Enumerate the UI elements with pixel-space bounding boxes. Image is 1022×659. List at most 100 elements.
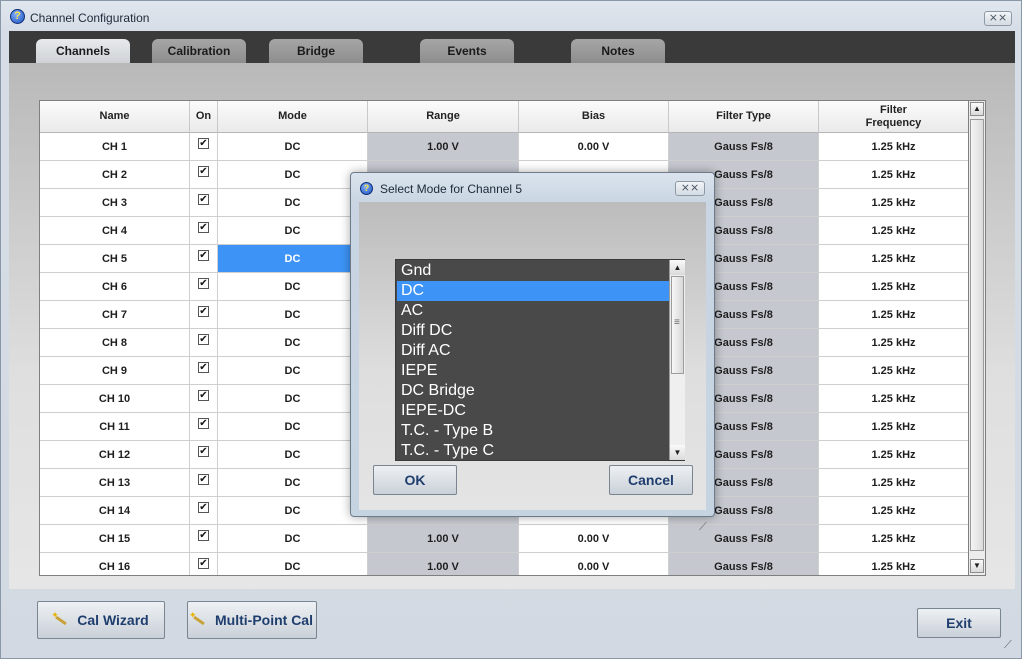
list-item[interactable]: DC Bridge xyxy=(397,381,669,401)
list-item[interactable]: Diff DC xyxy=(397,321,669,341)
list-item[interactable]: T.C. - Type C xyxy=(397,441,669,461)
scroll-thumb[interactable] xyxy=(970,119,984,551)
cell-mode[interactable]: DC xyxy=(218,497,368,525)
list-item[interactable]: Diff AC xyxy=(397,341,669,361)
on-checkbox[interactable]: ✔ xyxy=(198,334,209,345)
dialog-close-button[interactable]: ⨯⨯ xyxy=(675,181,705,196)
cell-filter-type[interactable]: Gauss Fs/8 xyxy=(669,525,819,553)
cell-range[interactable]: 1.00 V xyxy=(368,133,519,161)
grid-vertical-scrollbar[interactable]: ▲ ▼ xyxy=(969,100,986,576)
header-on[interactable]: On xyxy=(190,101,218,133)
window-close-button[interactable]: ⨯⨯ xyxy=(984,11,1012,26)
cell-mode[interactable]: DC xyxy=(218,441,368,469)
cell-bias[interactable]: 0.00 V xyxy=(519,553,669,575)
cell-mode[interactable]: DC xyxy=(218,553,368,575)
tab-bridge[interactable]: Bridge xyxy=(269,39,363,63)
list-scroll-up-arrow-icon[interactable]: ▲ xyxy=(670,260,685,275)
cell-mode[interactable]: DC xyxy=(218,385,368,413)
listbox-scrollbar[interactable]: ▲ ▼ xyxy=(669,260,685,460)
list-item[interactable]: IEPE-DC xyxy=(397,401,669,421)
on-checkbox[interactable]: ✔ xyxy=(198,222,209,233)
on-checkbox[interactable]: ✔ xyxy=(198,474,209,485)
on-checkbox[interactable]: ✔ xyxy=(198,278,209,289)
cell-mode[interactable]: DC xyxy=(218,413,368,441)
on-checkbox[interactable]: ✔ xyxy=(198,530,209,541)
cell-filter-frequency[interactable]: 1.25 kHz xyxy=(819,329,968,357)
cell-bias[interactable]: 0.00 V xyxy=(519,133,669,161)
cell-filter-type[interactable]: Gauss Fs/8 xyxy=(669,553,819,575)
cell-mode[interactable]: DC xyxy=(218,329,368,357)
header-bias[interactable]: Bias xyxy=(519,101,669,133)
cell-mode[interactable]: DC xyxy=(218,301,368,329)
cell-mode[interactable]: DC xyxy=(218,217,368,245)
list-item[interactable]: DC xyxy=(397,281,669,301)
tab-events[interactable]: Events xyxy=(420,39,514,63)
cancel-button[interactable]: Cancel xyxy=(609,465,693,495)
cell-mode[interactable]: DC xyxy=(218,189,368,217)
cell-filter-frequency[interactable]: 1.25 kHz xyxy=(819,385,968,413)
cell-range[interactable]: 1.00 V xyxy=(368,553,519,575)
list-item[interactable]: Gnd xyxy=(397,261,669,281)
cell-mode[interactable]: DC xyxy=(218,133,368,161)
cell-filter-frequency[interactable]: 1.25 kHz xyxy=(819,497,968,525)
cell-filter-frequency[interactable]: 1.25 kHz xyxy=(819,133,968,161)
header-name[interactable]: Name xyxy=(40,101,190,133)
scroll-up-arrow-icon[interactable]: ▲ xyxy=(970,102,984,116)
on-checkbox[interactable]: ✔ xyxy=(198,446,209,457)
list-item[interactable]: IEPE xyxy=(397,361,669,381)
cell-filter-type[interactable]: Gauss Fs/8 xyxy=(669,133,819,161)
scroll-down-arrow-icon[interactable]: ▼ xyxy=(970,559,984,573)
multi-point-cal-button[interactable]: Multi-Point Cal xyxy=(187,601,317,639)
tab-calibration[interactable]: Calibration xyxy=(152,39,246,63)
cell-filter-frequency[interactable]: 1.25 kHz xyxy=(819,273,968,301)
table-row[interactable]: CH 15 ✔ DC 1.00 V 0.00 V Gauss Fs/8 1.25 kHz xyxy=(40,525,968,553)
cell-filter-frequency[interactable]: 1.25 kHz xyxy=(819,441,968,469)
list-item[interactable]: AC xyxy=(397,301,669,321)
on-checkbox[interactable]: ✔ xyxy=(198,250,209,261)
header-filter-frequency[interactable]: Filter Frequency xyxy=(819,101,968,133)
header-range[interactable]: Range xyxy=(368,101,519,133)
cell-filter-frequency[interactable]: 1.25 kHz xyxy=(819,161,968,189)
header-filter-type[interactable]: Filter Type xyxy=(669,101,819,133)
on-checkbox[interactable]: ✔ xyxy=(198,306,209,317)
cell-filter-frequency[interactable]: 1.25 kHz xyxy=(819,469,968,497)
cell-mode[interactable]: DC xyxy=(218,245,368,273)
list-scroll-down-arrow-icon[interactable]: ▼ xyxy=(670,445,685,460)
on-checkbox[interactable]: ✔ xyxy=(198,138,209,149)
on-checkbox[interactable]: ✔ xyxy=(198,166,209,177)
ok-button[interactable]: OK xyxy=(373,465,457,495)
table-row[interactable]: CH 16 ✔ DC 1.00 V 0.00 V Gauss Fs/8 1.25 kHz xyxy=(40,553,968,575)
exit-button[interactable]: Exit xyxy=(917,608,1001,638)
cell-filter-frequency[interactable]: 1.25 kHz xyxy=(819,217,968,245)
resize-grip-icon[interactable]: ⟋ xyxy=(1004,639,1018,653)
on-checkbox[interactable]: ✔ xyxy=(198,558,209,569)
cell-filter-frequency[interactable]: 1.25 kHz xyxy=(819,413,968,441)
on-checkbox[interactable]: ✔ xyxy=(198,362,209,373)
on-checkbox[interactable]: ✔ xyxy=(198,194,209,205)
cell-mode[interactable]: DC xyxy=(218,525,368,553)
cell-filter-frequency[interactable]: 1.25 kHz xyxy=(819,553,968,575)
cell-filter-frequency[interactable]: 1.25 kHz xyxy=(819,245,968,273)
dialog-resize-grip-icon[interactable]: ⟋ xyxy=(699,521,707,534)
cal-wizard-button[interactable]: Cal Wizard xyxy=(37,601,165,639)
mode-listbox[interactable]: Gnd DC AC Diff DC Diff AC IEPE DC Bridge IEPE-D… xyxy=(395,259,685,461)
cell-bias[interactable]: 0.00 V xyxy=(519,525,669,553)
cell-mode[interactable]: DC xyxy=(218,273,368,301)
cell-filter-frequency[interactable]: 1.25 kHz xyxy=(819,525,968,553)
cell-mode[interactable]: DC xyxy=(218,469,368,497)
cell-filter-frequency[interactable]: 1.25 kHz xyxy=(819,189,968,217)
cell-filter-frequency[interactable]: 1.25 kHz xyxy=(819,301,968,329)
tab-channels[interactable]: Channels xyxy=(36,39,130,63)
on-checkbox[interactable]: ✔ xyxy=(198,502,209,513)
list-scroll-thumb[interactable] xyxy=(671,276,684,374)
on-checkbox[interactable]: ✔ xyxy=(198,390,209,401)
tab-notes[interactable]: Notes xyxy=(571,39,665,63)
cell-filter-frequency[interactable]: 1.25 kHz xyxy=(819,357,968,385)
cell-mode[interactable]: DC xyxy=(218,357,368,385)
on-checkbox[interactable]: ✔ xyxy=(198,418,209,429)
header-mode[interactable]: Mode xyxy=(218,101,368,133)
table-row[interactable]: CH 1 ✔ DC 1.00 V 0.00 V Gauss Fs/8 1.25 kHz xyxy=(40,133,968,161)
list-item[interactable]: T.C. - Type B xyxy=(397,421,669,441)
cell-mode[interactable]: DC xyxy=(218,161,368,189)
cell-range[interactable]: 1.00 V xyxy=(368,525,519,553)
